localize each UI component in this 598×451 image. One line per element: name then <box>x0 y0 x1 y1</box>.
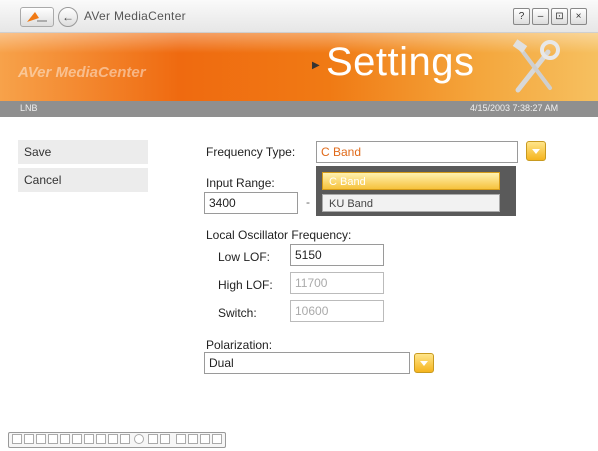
nav-button[interactable] <box>72 434 82 444</box>
polarization-label: Polarization: <box>206 338 273 352</box>
frequency-type-dropdown-button[interactable] <box>526 141 546 161</box>
app-logo-button[interactable] <box>20 7 54 27</box>
back-button[interactable]: ← <box>58 7 78 27</box>
high-lof-label: High LOF: <box>218 278 273 292</box>
brand-watermark: AVer MediaCenter <box>18 64 146 81</box>
chevron-down-icon <box>532 149 540 154</box>
nav-dot-button[interactable] <box>134 434 144 444</box>
input-range-label: Input Range: <box>206 176 275 190</box>
polarization-select[interactable]: Dual <box>204 352 410 374</box>
nav-button[interactable] <box>148 434 158 444</box>
back-arrow-icon: ← <box>62 10 74 24</box>
dropdown-option-ku-band[interactable]: KU Band <box>322 194 500 212</box>
nav-button[interactable] <box>84 434 94 444</box>
dropdown-option-c-band[interactable]: C Band <box>322 172 500 190</box>
nav-button[interactable] <box>96 434 106 444</box>
low-lof-label: Low LOF: <box>218 250 271 264</box>
switch-label: Switch: <box>218 306 257 320</box>
chevron-down-icon <box>420 361 428 366</box>
nav-button[interactable] <box>36 434 46 444</box>
nav-button[interactable] <box>176 434 186 444</box>
app-logo-icon <box>27 12 47 22</box>
save-button[interactable]: Save <box>18 140 148 164</box>
nav-button[interactable] <box>200 434 210 444</box>
close-button[interactable]: × <box>570 8 587 25</box>
polarization-dropdown-button[interactable] <box>414 353 434 373</box>
page-title: Settings <box>326 40 475 84</box>
tools-icon <box>508 38 560 96</box>
help-button[interactable]: ? <box>513 8 530 25</box>
range-separator: - <box>306 195 310 209</box>
cancel-button[interactable]: Cancel <box>18 168 148 192</box>
frequency-type-label: Frequency Type: <box>206 145 296 159</box>
section-label: LNB <box>20 103 38 113</box>
lof-label: Local Oscillator Frequency: <box>206 228 352 242</box>
nav-button[interactable] <box>212 434 222 444</box>
nav-button[interactable] <box>48 434 58 444</box>
nav-button[interactable] <box>60 434 70 444</box>
datetime-label: 4/15/2003 7:38:27 AM <box>470 103 559 113</box>
minimize-button[interactable]: – <box>532 8 549 25</box>
nav-button[interactable] <box>160 434 170 444</box>
nav-button[interactable] <box>12 434 22 444</box>
nav-button[interactable] <box>108 434 118 444</box>
low-lof-field[interactable]: 5150 <box>290 244 384 266</box>
app-title: AVer MediaCenter <box>84 9 186 23</box>
nav-button[interactable] <box>24 434 34 444</box>
input-range-from-field[interactable]: 3400 <box>204 192 298 214</box>
frequency-type-select[interactable]: C Band <box>316 141 518 163</box>
title-marker-icon: ▶ <box>312 60 320 71</box>
nav-button[interactable] <box>188 434 198 444</box>
nav-button[interactable] <box>120 434 130 444</box>
fullscreen-button[interactable]: ⊡ <box>551 8 568 25</box>
switch-field: 10600 <box>290 300 384 322</box>
high-lof-field: 11700 <box>290 272 384 294</box>
